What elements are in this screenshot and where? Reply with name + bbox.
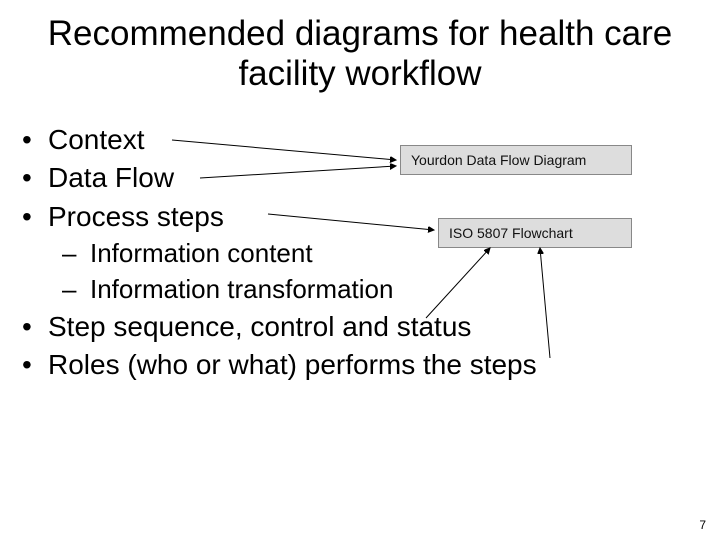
arrow-dataflow-to-yourdon <box>200 166 396 178</box>
arrow-process-to-iso <box>268 214 434 230</box>
arrow-context-to-yourdon <box>172 140 396 160</box>
arrows-svg <box>0 0 720 540</box>
arrow-transformation-to-iso <box>426 248 490 318</box>
arrow-sequence-to-iso <box>540 248 550 358</box>
page-number: 7 <box>699 518 706 532</box>
